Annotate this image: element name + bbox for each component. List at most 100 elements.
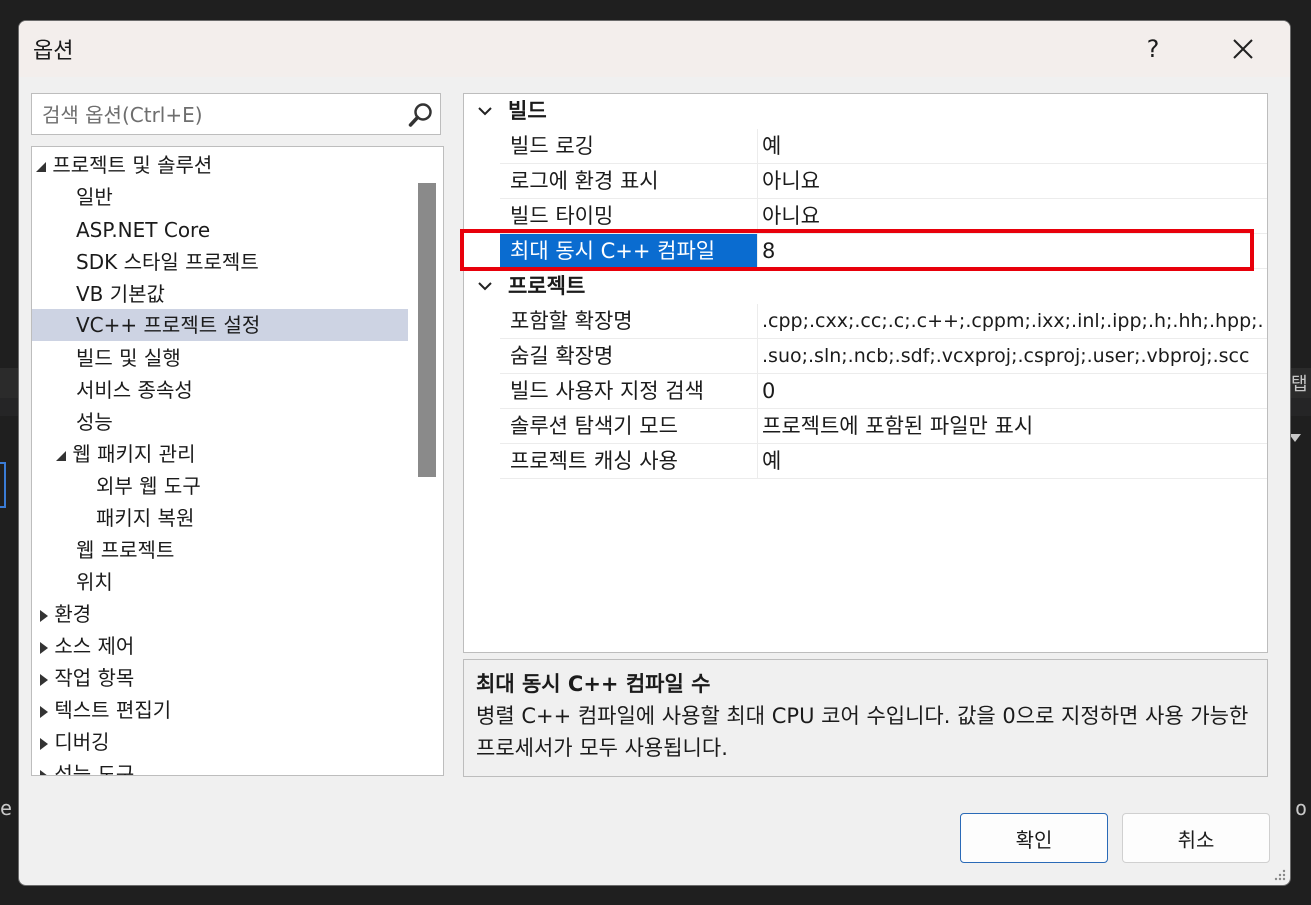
close-icon: [1233, 39, 1253, 59]
search-box: [31, 93, 441, 136]
property-value[interactable]: 예: [762, 444, 1267, 478]
expanded-icon[interactable]: [56, 450, 66, 461]
tree-item-build-and-run[interactable]: 빌드 및 실행: [32, 342, 443, 374]
tree-item-web-projects[interactable]: 웹 프로젝트: [32, 534, 443, 566]
property-value[interactable]: 아니요: [762, 199, 1267, 233]
collapsed-icon[interactable]: [40, 769, 48, 775]
tree-item-locations[interactable]: 위치: [32, 566, 443, 598]
property-row[interactable]: 숨길 확장명 .suo;.sln;.ncb;.sdf;.vcxproj;.csp…: [500, 339, 1267, 374]
tree-item-label: 위치: [76, 570, 113, 594]
property-row[interactable]: 빌드 로깅 예: [500, 129, 1267, 164]
collapsed-icon[interactable]: [40, 737, 48, 750]
cancel-button[interactable]: 취소: [1122, 813, 1270, 863]
tree-item-label: 웹 패키지 관리: [72, 442, 196, 466]
help-button[interactable]: ?: [1125, 21, 1181, 77]
tree-item-label: 일반: [76, 185, 113, 209]
tree-item-label: 작업 항목: [54, 666, 135, 690]
property-name: 프로젝트 캐싱 사용: [500, 444, 758, 478]
expanded-icon[interactable]: [36, 161, 46, 172]
property-value[interactable]: .suo;.sln;.ncb;.sdf;.vcxproj;.csproj;.us…: [762, 339, 1267, 373]
tree-item-vc-project-settings[interactable]: VC++ 프로젝트 설정: [32, 309, 408, 341]
tree-item-web-package-management[interactable]: 웹 패키지 관리: [56, 438, 432, 470]
category-label: 빌드: [508, 99, 547, 123]
tree-item-label: 성능 도구: [54, 762, 135, 776]
options-dialog: 옵션 ? 프로젝트 및 솔루션 일반 ASP.NET Core SDK 스타일 …: [18, 20, 1291, 886]
category-label: 프로젝트: [508, 274, 586, 298]
property-value[interactable]: 프로젝트에 포함된 파일만 표시: [762, 409, 1267, 443]
close-button[interactable]: [1215, 21, 1271, 77]
tree-item-sdk-style-projects[interactable]: SDK 스타일 프로젝트: [32, 246, 443, 278]
property-name: 빌드 타이밍: [500, 199, 758, 233]
chevron-down-icon[interactable]: [478, 279, 492, 293]
tree-item-label: 환경: [54, 602, 92, 626]
dialog-title: 옵션: [33, 39, 74, 64]
resize-grip-icon[interactable]: [1272, 867, 1286, 881]
tree-item-label: 소스 제어: [54, 634, 135, 658]
tree-item-vb-defaults[interactable]: VB 기본값: [32, 278, 443, 310]
property-row[interactable]: 솔루션 탐색기 모드 프로젝트에 포함된 파일만 표시: [500, 409, 1267, 444]
tree-item-label: 성능: [76, 410, 113, 434]
background-frame-marker: [0, 462, 6, 508]
tree-item-label: 텍스트 편집기: [54, 698, 172, 722]
tree-item-service-dependencies[interactable]: 서비스 종속성: [32, 374, 443, 406]
search-icon[interactable]: [408, 102, 434, 128]
property-name: 빌드 사용자 지정 검색: [500, 374, 758, 408]
category-build[interactable]: 빌드: [464, 94, 1267, 129]
description-panel: 최대 동시 C++ 컴파일 수 병렬 C++ 컴파일에 사용할 최대 CPU 코…: [463, 659, 1268, 777]
background-editor-char: o: [1294, 796, 1307, 820]
tree-item-label: 프로젝트 및 솔루션: [52, 153, 213, 177]
property-value[interactable]: 예: [762, 129, 1267, 163]
background-tab-text: 탭: [1291, 374, 1308, 395]
tree-item-work-items[interactable]: 작업 항목: [40, 662, 416, 694]
tree-item-performance-tools[interactable]: 성능 도구: [40, 758, 416, 776]
tree-item-label: 디버깅: [54, 730, 110, 754]
property-name: 로그에 환경 표시: [500, 164, 758, 198]
tree-item-label: 빌드 및 실행: [76, 346, 181, 370]
property-row[interactable]: 포함할 확장명 .cpp;.cxx;.cc;.c;.c++;.cppm;.ixx…: [500, 304, 1267, 339]
options-tree: 프로젝트 및 솔루션 일반 ASP.NET Core SDK 스타일 프로젝트 …: [31, 146, 444, 776]
tree-scrollbar-thumb[interactable]: [418, 183, 436, 477]
collapsed-icon[interactable]: [40, 641, 48, 654]
tree-item-performance[interactable]: 성능: [32, 406, 443, 438]
tree-item-aspnet-core[interactable]: ASP.NET Core: [32, 214, 443, 246]
category-project[interactable]: 프로젝트: [464, 269, 1267, 304]
property-value[interactable]: 0: [762, 374, 1267, 408]
tree-item-label: 서비스 종속성: [76, 378, 193, 402]
description-text: 병렬 C++ 컴파일에 사용할 최대 CPU 코어 수입니다. 값을 0으로 지…: [476, 704, 1249, 760]
tree-item-label: VC++ 프로젝트 설정: [76, 313, 261, 337]
description-title: 최대 동시 C++ 컴파일 수: [476, 672, 711, 696]
title-bar: 옵션 ?: [19, 21, 1290, 77]
chevron-down-icon[interactable]: [478, 104, 492, 118]
property-row[interactable]: 빌드 사용자 지정 검색 0: [500, 374, 1267, 409]
property-name: 숨길 확장명: [500, 339, 758, 373]
property-value[interactable]: .cpp;.cxx;.cc;.c;.c++;.cppm;.ixx;.inl;.i…: [762, 304, 1267, 338]
tree-item-package-restore[interactable]: 패키지 복원: [32, 502, 443, 534]
property-name: 포함할 확장명: [500, 304, 758, 338]
search-input[interactable]: [40, 94, 404, 136]
property-value[interactable]: 아니요: [762, 164, 1267, 198]
property-row[interactable]: 로그에 환경 표시 아니요: [500, 164, 1267, 199]
property-name: 솔루션 탐색기 모드: [500, 409, 758, 443]
grid-gutter: [464, 129, 500, 652]
background-editor-char-left: e: [0, 796, 13, 820]
property-grid: 빌드 빌드 로깅 예 로그에 환경 표시 아니요 빌드 타이밍 아니요 최대 동…: [463, 93, 1268, 653]
collapsed-icon[interactable]: [40, 705, 48, 718]
tree-item-external-web-tools[interactable]: 외부 웹 도구: [32, 470, 443, 502]
tree-item-text-editor[interactable]: 텍스트 편집기: [40, 694, 416, 726]
tree-item-debugging[interactable]: 디버깅: [40, 726, 416, 758]
tree-item-environment[interactable]: 환경: [40, 598, 416, 630]
tree-item-label: 외부 웹 도구: [96, 474, 201, 498]
tree-item-source-control[interactable]: 소스 제어: [40, 630, 416, 662]
highlight-annotation: [460, 229, 1254, 271]
tree-item-label: SDK 스타일 프로젝트: [76, 250, 259, 274]
tree-item-general[interactable]: 일반: [32, 181, 443, 213]
ok-button[interactable]: 확인: [960, 813, 1108, 863]
tree-item-label: ASP.NET Core: [76, 218, 211, 242]
tree-item-label: 패키지 복원: [96, 506, 195, 530]
tree-item-label: VB 기본값: [76, 282, 165, 306]
property-name: 빌드 로깅: [500, 129, 758, 163]
tree-item-projects-and-solutions[interactable]: 프로젝트 및 솔루션: [36, 149, 412, 181]
property-row[interactable]: 프로젝트 캐싱 사용 예: [500, 444, 1267, 479]
collapsed-icon[interactable]: [40, 673, 48, 686]
collapsed-icon[interactable]: [40, 609, 48, 622]
